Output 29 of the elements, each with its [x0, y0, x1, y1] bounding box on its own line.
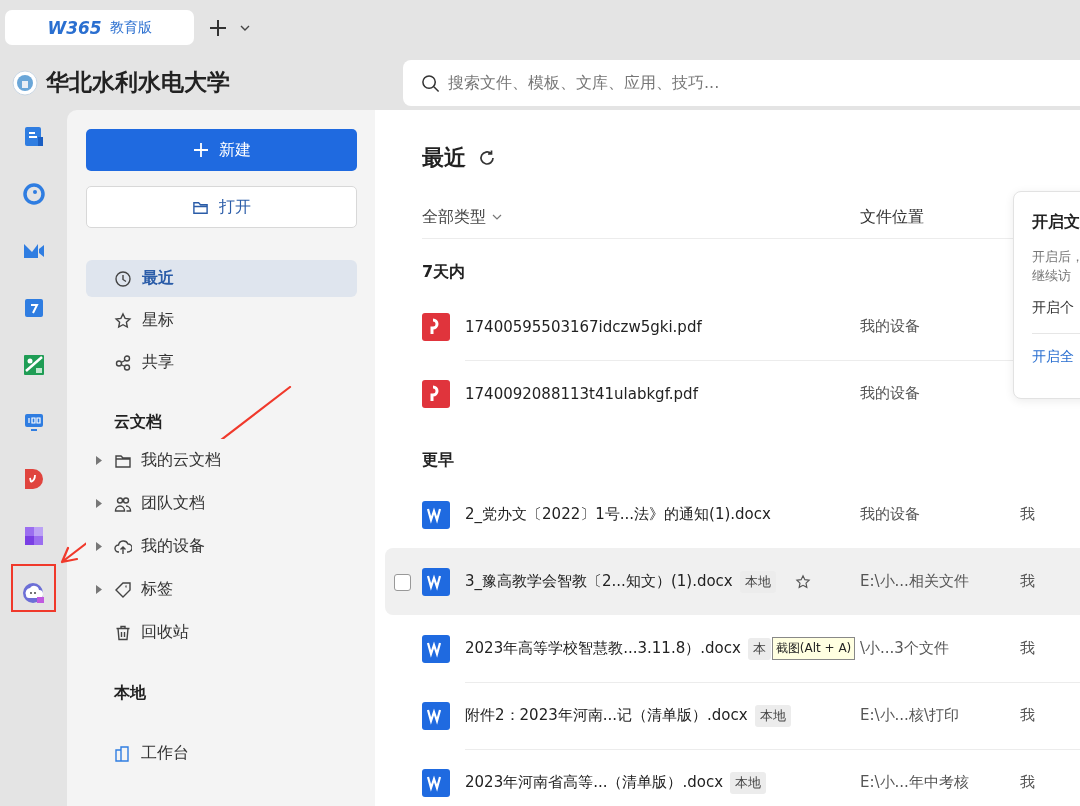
file-owner: 我 [1020, 706, 1036, 725]
file-location: E:\小...年中考核 [860, 773, 970, 792]
file-location: 我的设备 [860, 384, 921, 403]
popover-title: 开启文 [1032, 212, 1080, 233]
local-tag: 本 [747, 637, 771, 660]
file-owner: 我 [1020, 773, 1036, 792]
organization-name: 华北水利水电大学 [46, 68, 230, 97]
section-title: 云文档 [113, 410, 163, 433]
file-location: 我的设备 [860, 505, 921, 524]
column-header: 文件位置 [860, 206, 924, 228]
section-title: 本地 [113, 681, 147, 704]
group-title: 更早 [422, 448, 454, 471]
local-tag: 本地 [754, 704, 791, 727]
popover-text: 开启后， [1032, 248, 1080, 266]
popover-text: 继续访 [1032, 267, 1072, 285]
local-tag: 本地 [730, 771, 767, 794]
local-tag: 本地 [739, 570, 776, 593]
file-location: E:\小...相关文件 [860, 572, 970, 591]
file-owner: 我 [1020, 505, 1036, 524]
edition-label: 教育版 [109, 18, 152, 37]
app-logo: W365 [47, 17, 102, 38]
page-title: 最近 [422, 143, 466, 172]
tooltip: 截图(Alt + A) [771, 637, 856, 660]
file-location: E:\小...核\打印 [860, 706, 960, 725]
group-title: 7天内 [422, 260, 466, 283]
file-owner: 我 [1020, 572, 1036, 591]
file-location: \小...3个文件 [860, 639, 950, 658]
file-owner: 我 [1020, 639, 1036, 658]
file-location: 我的设备 [860, 317, 921, 336]
